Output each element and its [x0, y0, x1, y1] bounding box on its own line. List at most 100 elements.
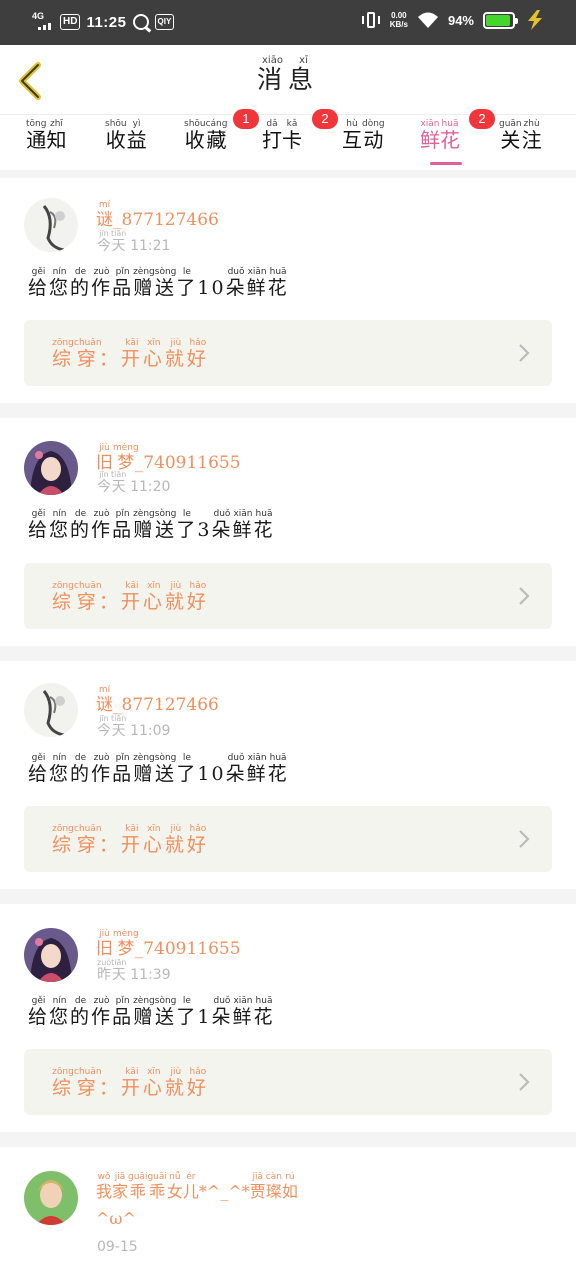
message-text: 给gěi您nín的de作zuò品pǐn赠zèng送sòng了le1朵duǒ鲜xi… [28, 996, 275, 1029]
message-item[interactable]: 我wǒ家jiā乖guāi乖guāi女nǚ儿ér*^_^*贾jiǎ璨càn如rú … [0, 1147, 576, 1280]
ruby-char: 昨zuó [97, 958, 112, 983]
q-app-icon [132, 14, 149, 30]
ruby-char: 穿chuān [74, 338, 102, 370]
ruby-char: 鲜xiān [246, 267, 268, 299]
ruby-char: 好hǎo [186, 1067, 209, 1099]
work-link[interactable]: 综zōng穿chuān：开kāi心xīn就jiù好hǎo [24, 806, 552, 872]
ruby-char: 花huā [440, 119, 460, 152]
sender-name-line2: ^ω^ [96, 1209, 136, 1228]
work-link[interactable]: 综zōng穿chuān：开kāi心xīn就jiù好hǎo [24, 1049, 552, 1115]
text-run: 1 [197, 1006, 212, 1028]
tab-follow[interactable]: 关guān注zhù [499, 119, 542, 167]
text-run: 11:39 [125, 967, 171, 983]
message-text: 给gěi您nín的de作zuò品pǐn赠zèng送sòng了le10朵duǒ鲜x… [28, 267, 289, 300]
text-run: ： [98, 1077, 121, 1099]
work-link[interactable]: 综zōng穿chuān：开kāi心xīn就jiù好hǎo [24, 320, 552, 386]
message-item[interactable]: 谜mí_877127466 今jīn天tiān 11:21 给gěi您nín的d… [0, 178, 576, 403]
ruby-char: 收shōu [184, 119, 206, 152]
tab-income[interactable]: 收shōu益yì [105, 119, 147, 167]
ruby-char: 璨càn [265, 1172, 282, 1201]
ruby-char: 送sòng [154, 509, 177, 541]
ruby-char: 品pǐn [112, 267, 134, 299]
ruby-char: 了le [176, 996, 198, 1028]
tab-notice[interactable]: 通tōng知zhī [26, 119, 66, 167]
nav-header: 消xiāo息xī [0, 45, 576, 115]
ruby-char: 天tiān [111, 714, 127, 739]
tab-interact[interactable]: 互hù动dòng [342, 119, 385, 167]
ruby-char: 穿chuān [74, 824, 102, 856]
ruby-char: 关guān [499, 119, 522, 152]
avatar[interactable] [24, 928, 78, 982]
ruby-char: 贾jiǎ [249, 1172, 266, 1201]
message-item[interactable]: 旧jiù梦mèng_740911655 今jīn天tiān 11:20 给gěi… [0, 418, 576, 646]
tab-favorite[interactable]: 收shōu藏cáng [184, 119, 228, 167]
ruby-char: 开kāi [120, 1067, 143, 1099]
ruby-char: 综zōng [52, 1067, 75, 1099]
sender-name[interactable]: 谜mí_877127466 [96, 685, 219, 715]
wifi-icon [417, 12, 438, 28]
signal-icon: 4G [32, 12, 54, 32]
battery-percent: 94% [447, 12, 474, 28]
ruby-char: 花huā [267, 267, 289, 299]
timestamp: 09-15 [97, 1239, 138, 1255]
tab-flower[interactable]: 鲜xiān花huā [420, 119, 460, 167]
ruby-char: 的de [70, 996, 92, 1028]
ruby-char: 就jiù [164, 581, 187, 613]
ruby-char: 知zhī [46, 119, 67, 152]
ruby-char: 开kāi [120, 581, 143, 613]
avatar[interactable] [24, 683, 78, 737]
ruby-char: 给gěi [28, 753, 50, 785]
ruby-char: 好hǎo [186, 338, 209, 370]
ruby-char: 您nín [49, 509, 71, 541]
ruby-char: 儿ér [182, 1172, 199, 1201]
ruby-char: 卡kǎ [282, 119, 302, 152]
avatar[interactable] [24, 198, 78, 252]
ruby-char: 鲜xiān [232, 509, 254, 541]
ruby-char: 开kāi [120, 338, 143, 370]
flower-badge: 2 [469, 109, 495, 129]
timestamp: 今jīn天tiān 11:20 [97, 470, 170, 496]
message-item[interactable]: 谜mí_877127466 今jīn天tiān 11:09 给gěi您nín的d… [0, 661, 576, 889]
ruby-char: 朵duǒ [211, 996, 233, 1028]
ruby-char: 品pǐn [112, 509, 134, 541]
ruby-char: 天tiān [111, 470, 127, 495]
avatar[interactable] [24, 1171, 78, 1225]
ruby-char: 作zuò [91, 753, 113, 785]
ruby-char: 天tiān [111, 958, 127, 983]
text-run: 11:20 [125, 479, 171, 495]
ruby-char: 给gěi [28, 267, 50, 299]
tab-checkin[interactable]: 打dǎ卡kǎ [262, 119, 302, 167]
sender-name[interactable]: 我wǒ家jiā乖guāi乖guāi女nǚ儿ér*^_^*贾jiǎ璨càn如rú [96, 1172, 298, 1202]
ruby-char: 互hù [342, 119, 362, 152]
work-title: 综zōng穿chuān：开kāi心xīn就jiù好hǎo [52, 338, 209, 371]
avatar[interactable] [24, 441, 78, 495]
ruby-char: 赠zèng [133, 267, 155, 299]
ruby-char: 品pǐn [112, 996, 134, 1028]
ruby-char: 您nín [49, 267, 71, 299]
sender-name[interactable]: 旧jiù梦mèng_740911655 [96, 929, 241, 959]
timestamp: 今jīn天tiān 11:21 [97, 229, 170, 255]
message-item[interactable]: 旧jiù梦mèng_740911655 昨zuó天tiān 11:39 给gěi… [0, 904, 576, 1132]
text-run: ： [98, 348, 121, 370]
hd-icon: HD [60, 14, 81, 30]
text-run: *^_^* [198, 1182, 250, 1201]
ruby-char: 作zuò [91, 996, 113, 1028]
ruby-char: 您nín [49, 996, 71, 1028]
message-text: 给gěi您nín的de作zuò品pǐn赠zèng送sòng了le10朵duǒ鲜x… [28, 753, 289, 786]
ruby-char: 藏cáng [205, 119, 228, 152]
ruby-char: 今jīn [97, 714, 111, 739]
sender-name[interactable]: 谜mí_877127466 [96, 200, 219, 230]
ruby-char: 花huā [267, 753, 289, 785]
ruby-char: 鲜xiān [232, 996, 254, 1028]
ruby-char: 今jīn [97, 470, 111, 495]
work-link[interactable]: 综zōng穿chuān：开kāi心xīn就jiù好hǎo [24, 563, 552, 629]
ruby-char: 综zōng [52, 338, 75, 370]
ruby-char: 送sòng [154, 267, 177, 299]
chevron-right-icon [519, 344, 530, 362]
sender-name[interactable]: 旧jiù梦mèng_740911655 [96, 443, 241, 473]
text-run: ： [98, 834, 121, 856]
ink-painting-avatar [24, 198, 78, 252]
ruby-char: 我wǒ [96, 1172, 113, 1201]
ruby-char: 心xīn [142, 338, 165, 370]
favorite-badge: 1 [233, 109, 259, 129]
